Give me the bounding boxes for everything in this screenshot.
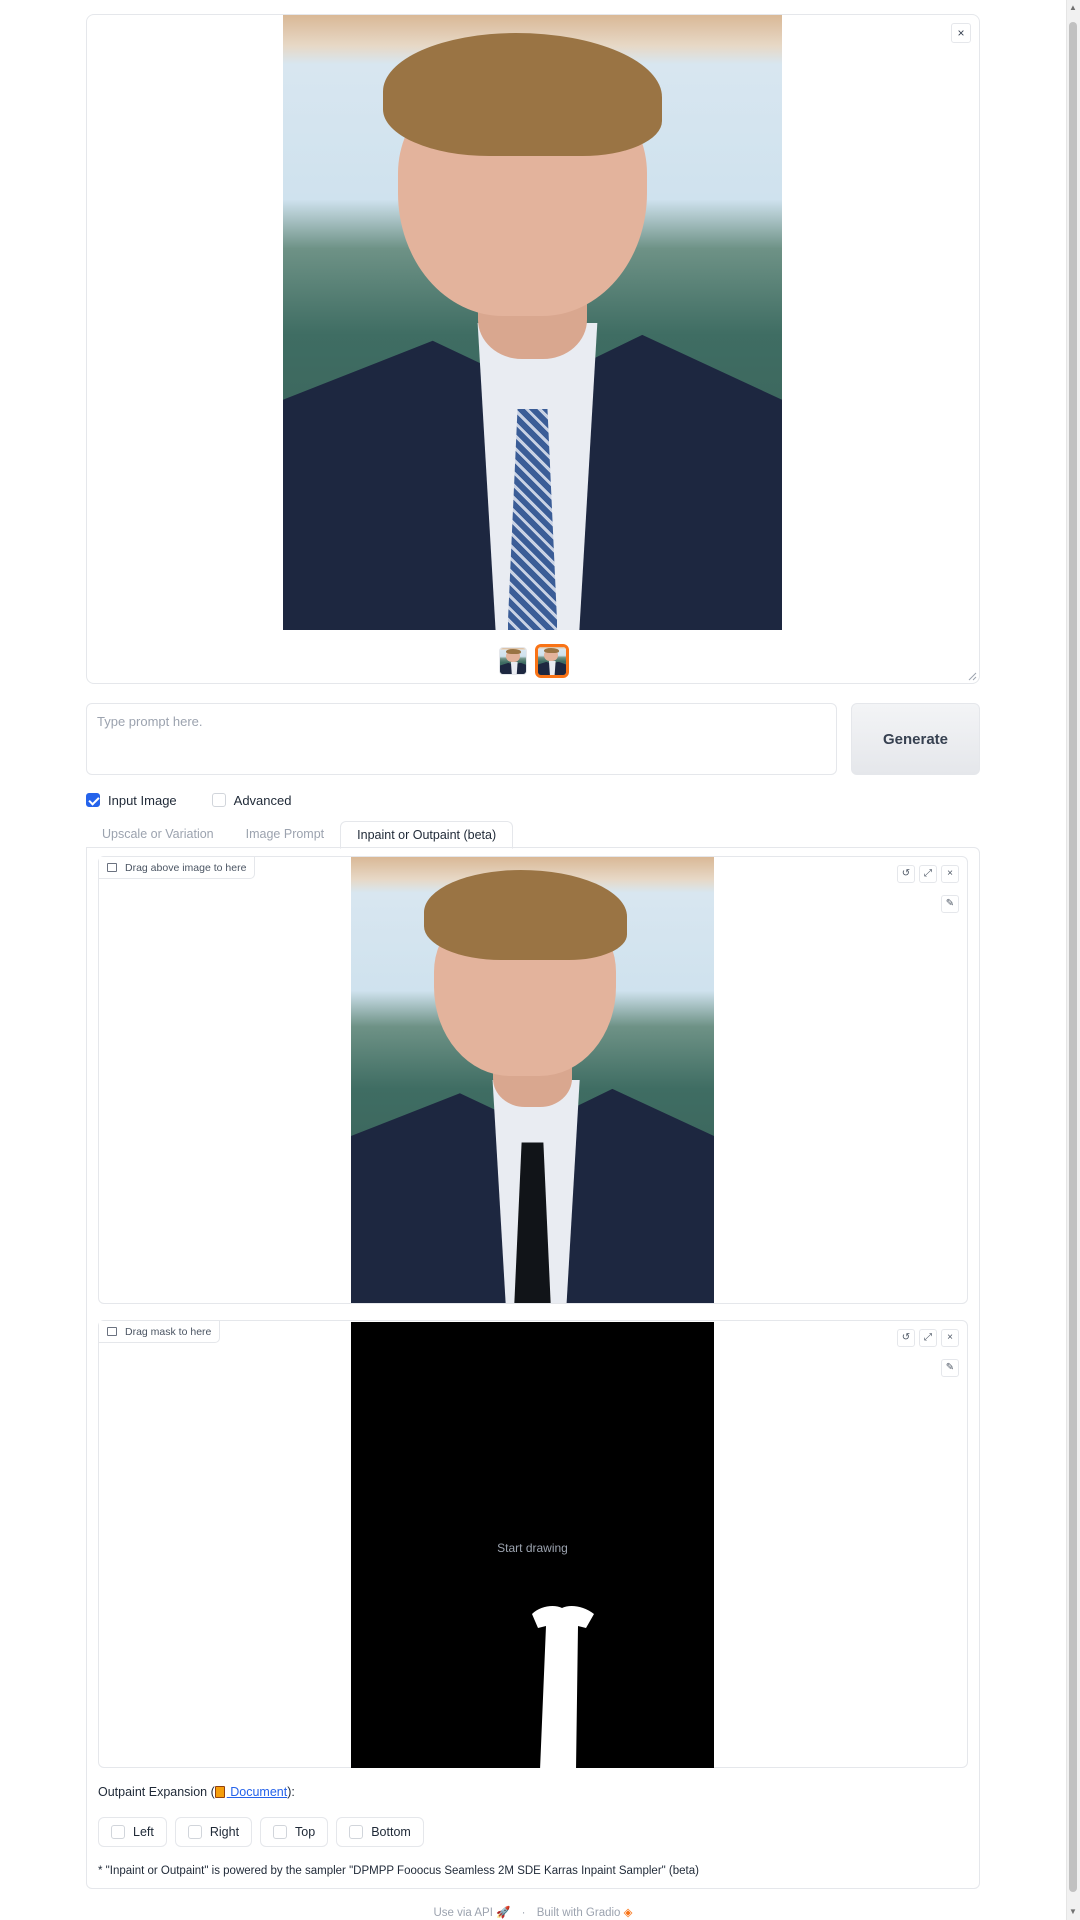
start-drawing-hint: Start drawing — [497, 1540, 568, 1555]
options-row: Input Image Advanced — [86, 790, 291, 810]
brush-icon[interactable]: ✎ — [941, 1359, 959, 1377]
outpaint-suffix: ): — [287, 1785, 295, 1799]
fullscreen-icon[interactable]: ⤢ — [919, 865, 937, 883]
mask-editor-label: Drag mask to here — [99, 1321, 221, 1343]
outpaint-right-option[interactable]: Right — [174, 1817, 253, 1847]
outpaint-options: Left Right Top Bottom — [98, 1817, 424, 1847]
top-label: Top — [295, 1825, 316, 1839]
image-icon — [107, 1327, 117, 1336]
outpaint-expansion-label: Outpaint Expansion ( Document): — [98, 1785, 295, 1799]
gallery-thumbnail[interactable] — [499, 647, 527, 675]
image-icon — [107, 863, 117, 872]
gallery-thumbnail-selected[interactable] — [535, 644, 569, 678]
image-editor-label-text: Drag above image to here — [125, 861, 247, 874]
right-label: Right — [209, 1825, 240, 1839]
outpaint-left-option[interactable]: Left — [98, 1817, 167, 1847]
left-label: Left — [133, 1825, 154, 1839]
scrollbar[interactable]: ▲ ▼ — [1066, 0, 1080, 1920]
bottom-label: Bottom — [371, 1825, 411, 1839]
clear-icon[interactable]: × — [941, 865, 959, 883]
gradio-logo-icon: ◈ — [623, 1907, 633, 1919]
tab-upscale-or-variation[interactable]: Upscale or Variation — [86, 821, 230, 847]
scroll-up-icon[interactable]: ▲ — [1069, 4, 1077, 12]
advanced-label[interactable]: Advanced — [234, 793, 292, 808]
fullscreen-icon[interactable]: ⤢ — [919, 1329, 937, 1347]
tab-image-prompt[interactable]: Image Prompt — [230, 821, 341, 847]
brush-icon[interactable]: ✎ — [941, 895, 959, 913]
rocket-icon: 🚀 — [496, 1907, 511, 1919]
scrollbar-thumb[interactable] — [1069, 22, 1077, 1892]
input-image-tabs: Upscale or Variation Image Prompt Inpain… — [86, 821, 514, 849]
footer: Use via API 🚀 · Built with Gradio ◈ — [0, 1905, 1066, 1919]
outpaint-bottom-option[interactable]: Bottom — [336, 1817, 424, 1847]
preview-image[interactable] — [283, 15, 782, 630]
tab-inpaint-or-outpaint[interactable]: Inpaint or Outpaint (beta) — [340, 821, 514, 849]
footer-separator: · — [521, 1907, 526, 1919]
top-checkbox[interactable] — [273, 1825, 288, 1839]
prompt-input[interactable]: Type prompt here. — [86, 703, 837, 775]
clear-icon[interactable]: × — [941, 1329, 959, 1347]
undo-icon[interactable]: ↺ — [897, 1329, 915, 1347]
undo-icon[interactable]: ↺ — [897, 865, 915, 883]
scroll-down-icon[interactable]: ▼ — [1069, 1908, 1077, 1916]
document-link[interactable]: Document — [227, 1785, 287, 1799]
book-icon — [214, 1786, 225, 1798]
built-with-gradio-link[interactable]: Built with Gradio — [537, 1907, 621, 1919]
resize-handle-icon[interactable] — [967, 671, 977, 681]
input-image-checkbox[interactable] — [86, 793, 100, 807]
generate-button[interactable]: Generate — [851, 703, 980, 775]
sampler-footnote: * "Inpaint or Outpaint" is powered by th… — [98, 1865, 699, 1877]
left-checkbox[interactable] — [111, 1825, 125, 1839]
tie-mask-shape — [532, 1606, 594, 1768]
outpaint-prefix: Outpaint Expansion ( — [98, 1785, 215, 1799]
close-icon[interactable]: × — [951, 23, 971, 43]
advanced-checkbox[interactable] — [211, 793, 226, 807]
mask-canvas[interactable]: Start drawing — [351, 1322, 714, 1768]
right-checkbox[interactable] — [187, 1825, 202, 1839]
use-via-api-link[interactable]: Use via API — [433, 1907, 492, 1919]
outpaint-top-option[interactable]: Top — [260, 1817, 329, 1847]
input-image-label[interactable]: Input Image — [108, 793, 177, 808]
inpaint-canvas-image[interactable] — [351, 857, 714, 1303]
mask-editor-label-text: Drag mask to here — [125, 1325, 212, 1338]
bottom-checkbox[interactable] — [349, 1825, 364, 1839]
image-editor-label: Drag above image to here — [99, 857, 256, 879]
